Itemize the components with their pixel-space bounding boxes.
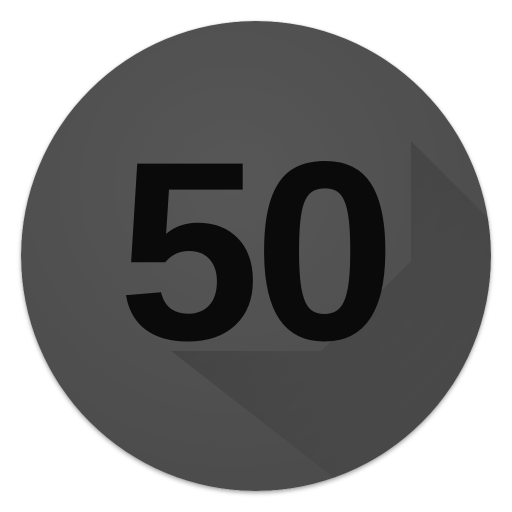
number-badge: 50 xyxy=(21,21,491,491)
badge-graphic: 50 xyxy=(21,21,491,491)
app-icon-canvas: 50 xyxy=(0,0,512,512)
badge-number: 50 xyxy=(118,109,390,394)
